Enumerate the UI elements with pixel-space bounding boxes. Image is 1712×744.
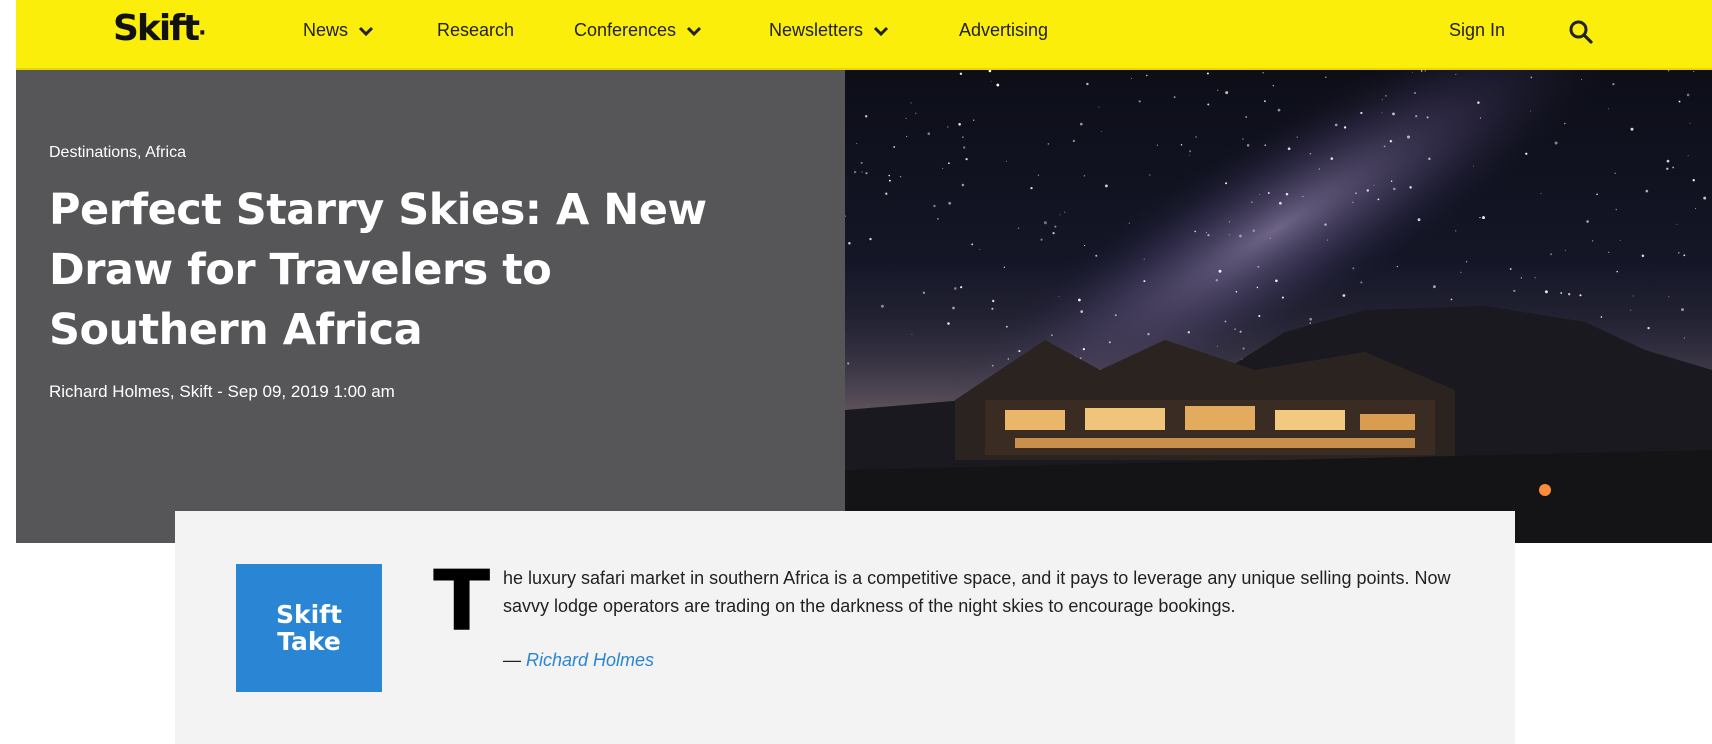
nav-item-label: Newsletters xyxy=(769,20,864,40)
skift-take-badge: Skift Take xyxy=(236,564,382,692)
author-prefix: — xyxy=(503,650,527,670)
nav-item-label: News xyxy=(303,20,349,40)
chevron-down-icon xyxy=(873,26,889,36)
chevron-down-icon xyxy=(358,26,374,36)
skift-take-author: — Richard Holmes xyxy=(503,650,654,671)
nav-item-newsletters[interactable]: Newsletters xyxy=(769,20,889,41)
campfire-glow xyxy=(1539,484,1551,496)
search-icon[interactable] xyxy=(1568,19,1594,45)
skift-take-card: Skift Take T he luxury safari market in … xyxy=(175,511,1515,744)
top-navigation: Skift· News Research Conferences Newslet… xyxy=(16,0,1712,70)
skift-take-text: he luxury safari market in southern Afri… xyxy=(503,568,1451,616)
article-title: Perfect Starry Skies: A New Draw for Tra… xyxy=(49,185,707,355)
category-separator: , xyxy=(137,144,146,161)
article-header: Destinations, Africa Perfect Starry Skie… xyxy=(16,70,845,543)
nav-item-label: Advertising xyxy=(959,20,1049,40)
category-breadcrumb: Destinations, Africa xyxy=(49,144,186,162)
drop-cap: T xyxy=(433,552,491,650)
badge-line: Take xyxy=(277,627,341,656)
article-byline: Richard Holmes, Skift - Sep 09, 2019 1:0… xyxy=(49,382,395,401)
nav-item-label: Research xyxy=(437,20,515,40)
category-link-destinations[interactable]: Destinations xyxy=(49,144,137,161)
skift-logo[interactable]: Skift· xyxy=(113,8,207,49)
nav-item-advertising[interactable]: Advertising xyxy=(959,20,1048,41)
badge-line: Skift xyxy=(275,600,343,629)
nav-item-news[interactable]: News xyxy=(303,20,374,41)
sign-in-link[interactable]: Sign In xyxy=(1449,20,1505,41)
hero-image xyxy=(845,70,1712,543)
nav-item-label: Conferences xyxy=(574,20,677,40)
logo-text: Skift xyxy=(113,8,200,49)
nav-item-research[interactable]: Research xyxy=(437,20,514,41)
night-sky-lodge-illustration xyxy=(845,70,1712,543)
author-link[interactable]: Richard Holmes xyxy=(526,650,654,670)
chevron-down-icon xyxy=(687,26,702,36)
nav-item-conferences[interactable]: Conferences xyxy=(574,20,702,41)
category-link-africa[interactable]: Africa xyxy=(145,144,186,161)
logo-dot: · xyxy=(198,21,206,46)
